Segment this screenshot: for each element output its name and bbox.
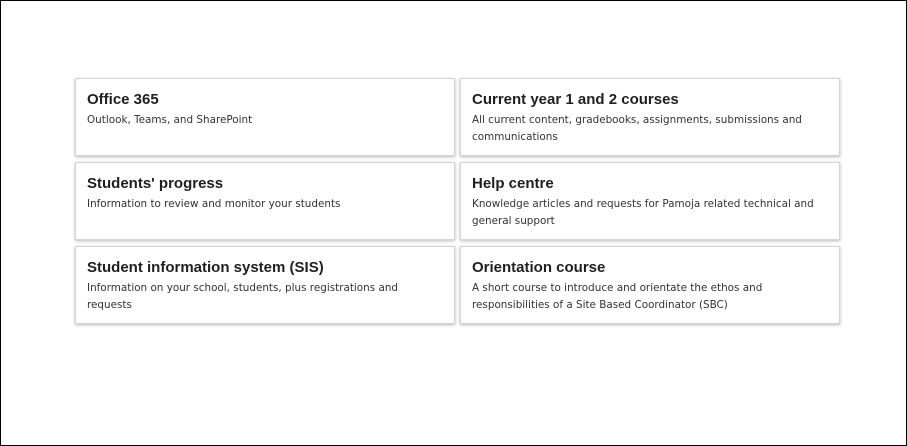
- card-help-centre[interactable]: Help centre Knowledge articles and reque…: [460, 162, 840, 240]
- card-title: Current year 1 and 2 courses: [472, 91, 679, 108]
- card-student-information-system[interactable]: Student information system (SIS) Informa…: [75, 246, 455, 324]
- card-office-365[interactable]: Office 365 Outlook, Teams, and SharePoin…: [75, 78, 455, 156]
- card-description: Information on your school, students, pl…: [87, 282, 399, 311]
- card-description: Outlook, Teams, and SharePoint: [87, 114, 253, 126]
- card-orientation-course[interactable]: Orientation course A short course to int…: [460, 246, 840, 324]
- card-grid: Office 365 Outlook, Teams, and SharePoin…: [75, 78, 840, 324]
- card-current-courses[interactable]: Current year 1 and 2 courses All current…: [460, 78, 840, 156]
- card-students-progress[interactable]: Students' progress Information to review…: [75, 162, 455, 240]
- card-title: Help centre: [472, 175, 554, 192]
- card-description: Information to review and monitor your s…: [87, 198, 341, 210]
- card-title: Student information system (SIS): [87, 259, 324, 276]
- card-title: Students' progress: [87, 175, 224, 192]
- card-description: A short course to introduce and orientat…: [472, 282, 763, 311]
- card-title: Orientation course: [472, 259, 606, 276]
- card-description: All current content, gradebooks, assignm…: [472, 114, 802, 143]
- card-title: Office 365: [87, 91, 159, 108]
- page-frame: Office 365 Outlook, Teams, and SharePoin…: [0, 0, 907, 446]
- card-description: Knowledge articles and requests for Pamo…: [472, 198, 814, 227]
